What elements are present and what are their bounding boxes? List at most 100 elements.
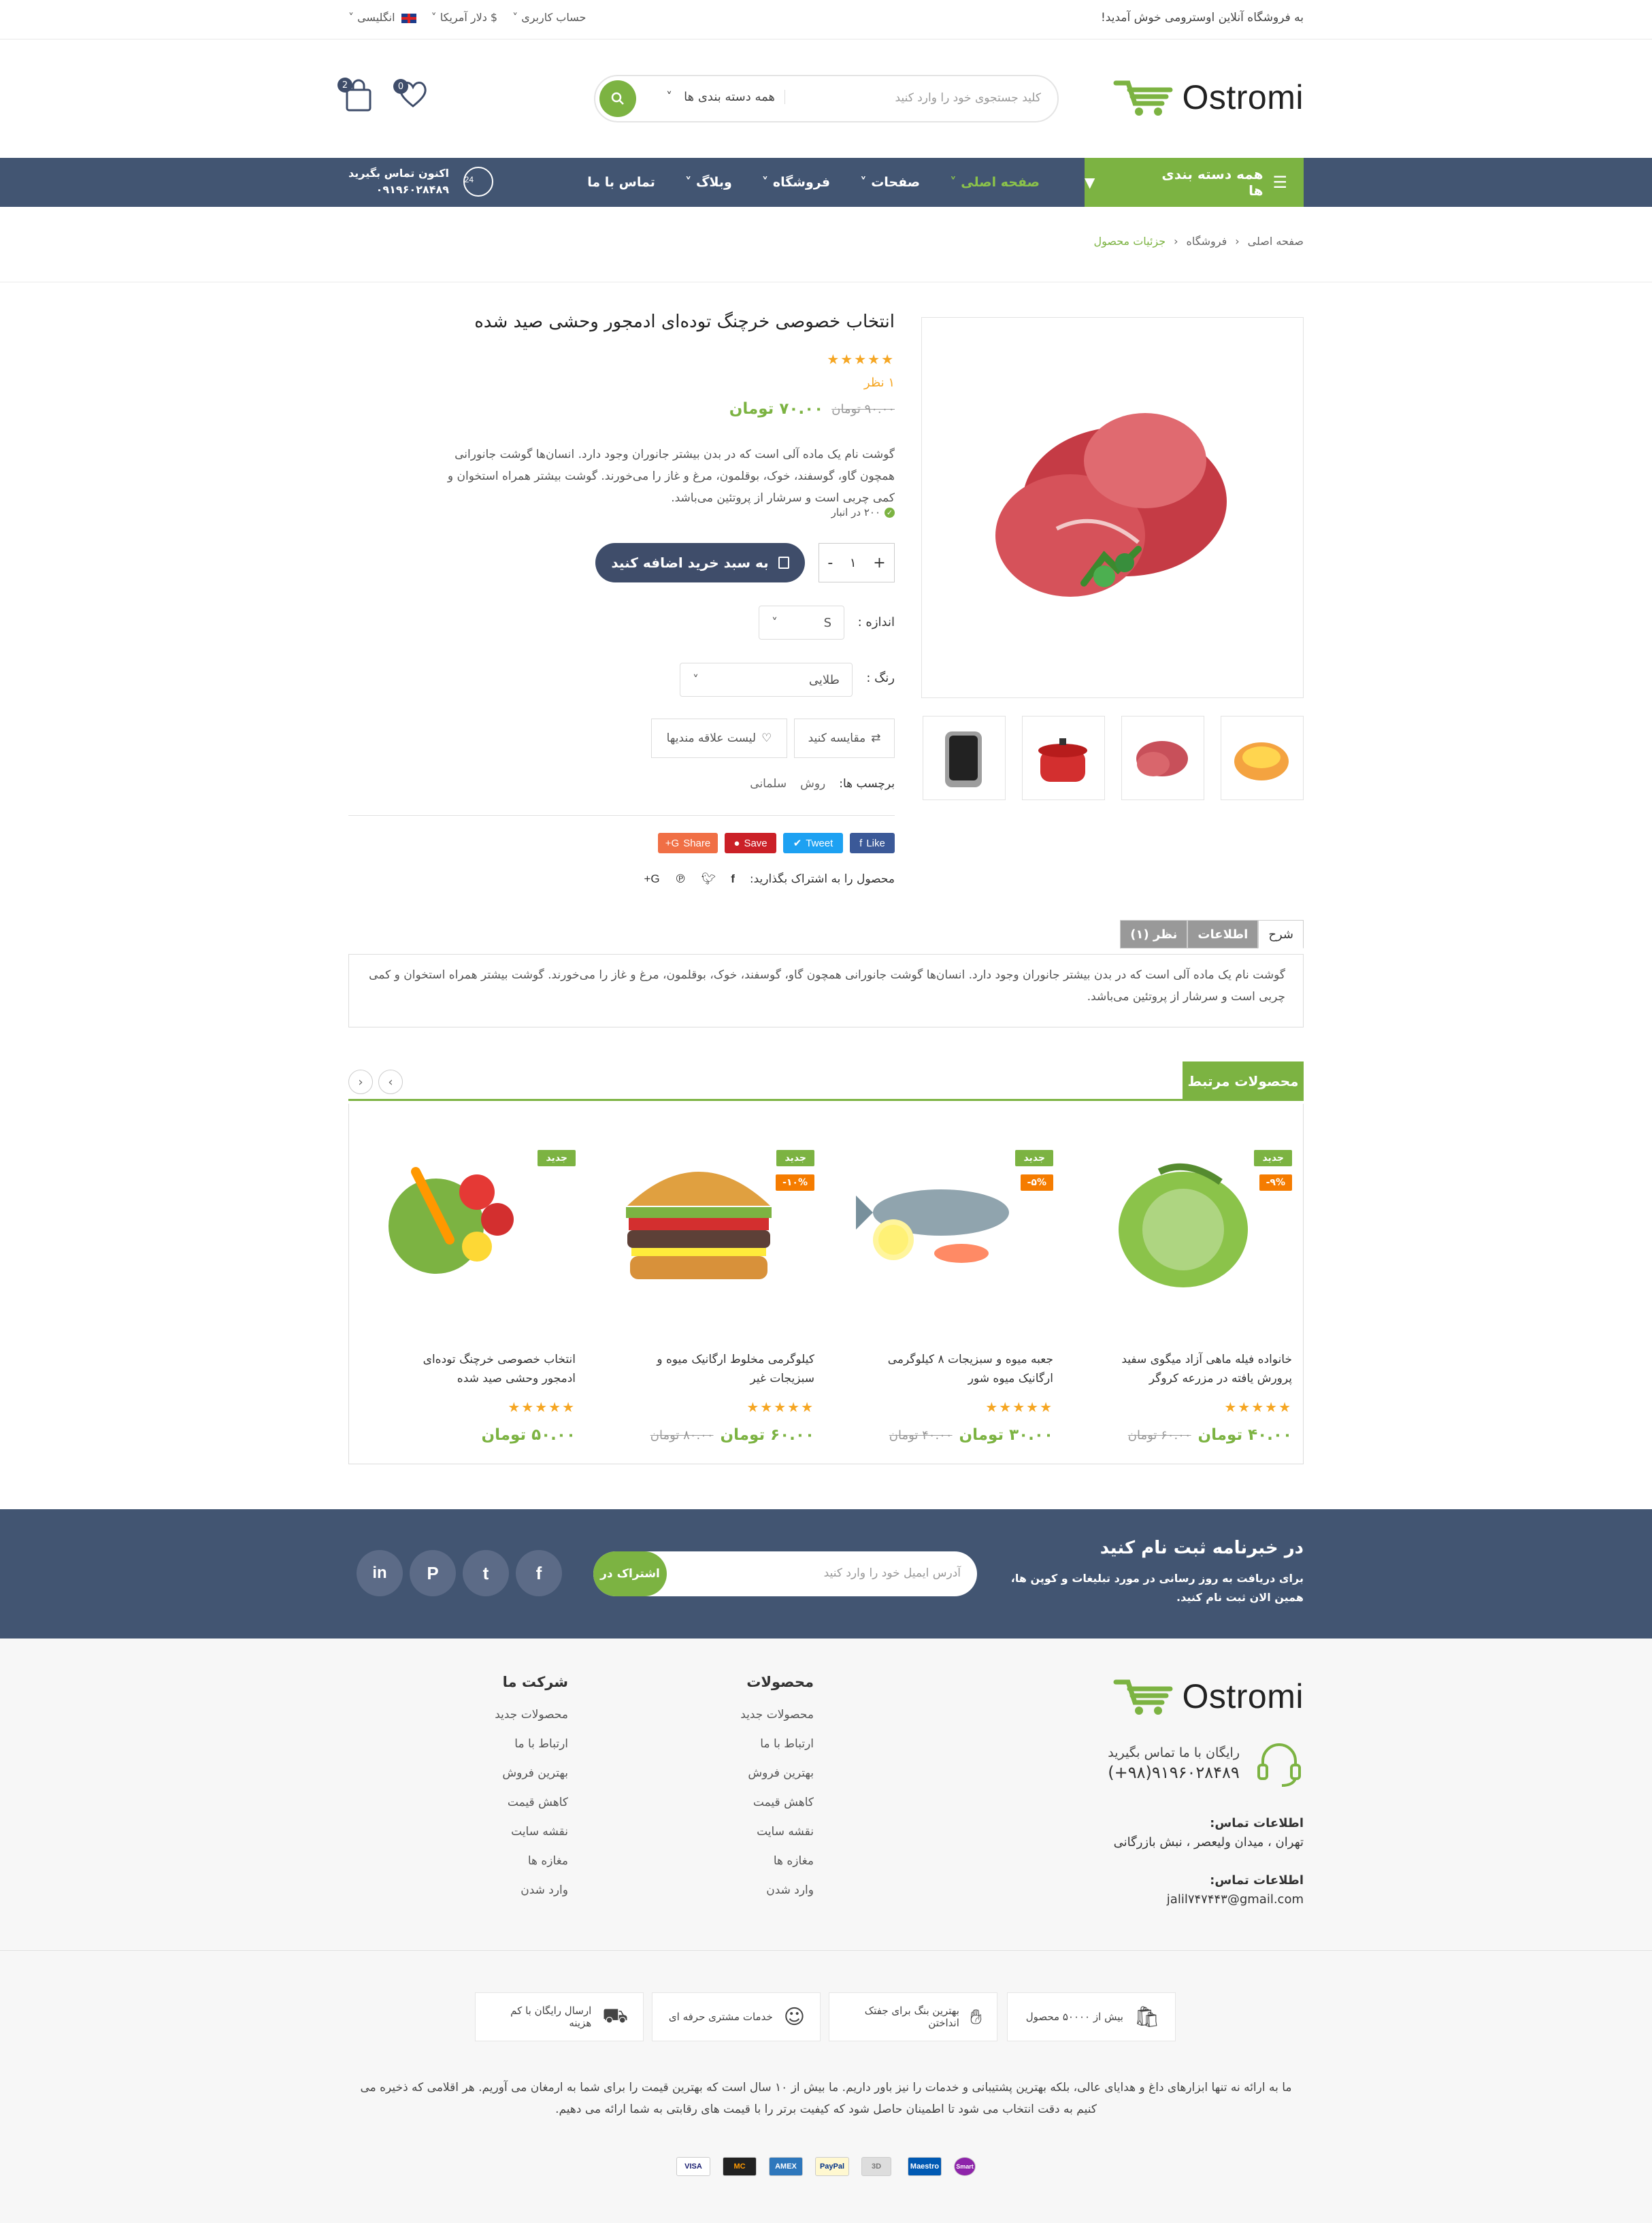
footer-link[interactable]: ارتباط با ما [495, 1737, 568, 1751]
chevron-left-icon: ‹ [1174, 235, 1178, 248]
footer-link[interactable]: کاهش قیمت [495, 1796, 568, 1809]
footer-link[interactable]: بهترین فروش [740, 1766, 814, 1780]
product-main-image[interactable] [921, 317, 1304, 698]
all-categories-button[interactable]: ☰ همه دسته بندی ها ▼ [1085, 158, 1304, 207]
pinterest-icon[interactable]: P [410, 1550, 456, 1596]
footer-products-column: محصولات محصولات جدید ارتباط با ما بهترین… [740, 1674, 814, 1913]
menu-icon: ☰ [1272, 173, 1287, 192]
review-count[interactable]: ۱ نظر [864, 376, 895, 390]
footer-address: اطلاعات تماس: تهران ، میدان ولیعصر ، نبش… [1113, 1816, 1304, 1849]
footer-link[interactable]: نقشه سایت [740, 1825, 814, 1839]
product-card[interactable]: جدید -۹% خانواده فیله ماهی آزاد میگوی سف… [1064, 1104, 1303, 1464]
nav-item-shop[interactable]: فروشگاه ˅ [762, 175, 830, 190]
site-logo[interactable]: Ostromi [1113, 76, 1304, 118]
twitter-icon[interactable]: 🐦︎ [701, 872, 716, 886]
chevron-left-icon: ‹ [1235, 235, 1240, 248]
wishlist-add-button[interactable]: ♡ لیست علاقه مندیها [651, 719, 787, 758]
shopping-bag-icon: 🛍︎ [1134, 2005, 1160, 2029]
product-rating: ★★★★★ [1224, 1399, 1292, 1415]
facebook-icon[interactable]: f [731, 872, 735, 886]
size-select[interactable]: S ˅ [759, 606, 844, 640]
thumbnail-shrimp[interactable] [1221, 716, 1304, 800]
twitter-icon[interactable]: t [463, 1550, 509, 1596]
old-price: ۹۰.۰۰ تومان [831, 401, 895, 416]
cart-logo-icon [1113, 1679, 1172, 1715]
product-card[interactable]: جدید -۵% جعبه میوه و سبزیجات ۸ کیلوگرمی … [825, 1104, 1064, 1464]
compare-button[interactable]: ⇄ مقایسه کنید [794, 719, 895, 758]
search-category-select[interactable]: همه دسته بندی ها ˅ [646, 90, 785, 104]
product-description: گوشت نام یک ماده آلی است که در بدن بیشتر… [447, 448, 895, 505]
footer-link[interactable]: وارد شدن [495, 1883, 568, 1897]
decrease-button[interactable]: - [827, 555, 833, 572]
product-name[interactable]: کیلوگرمی مخلوط ارگانیک میوه و سبزیجات غی… [638, 1350, 814, 1388]
wishlist-button[interactable]: 0 [393, 79, 429, 113]
footer-phone-number[interactable]: (+۹۸)۹۱۹۶۰۲۸۴۸۹ [1108, 1763, 1240, 1782]
amex-icon: AMEX [769, 2157, 803, 2176]
facebook-icon[interactable]: f [516, 1550, 562, 1596]
cart-button[interactable]: 2 [337, 78, 374, 113]
tab-reviews[interactable]: نظر (۱) [1120, 920, 1188, 949]
pinterest-icon[interactable]: ℗ [675, 872, 687, 886]
footer-link[interactable]: ارتباط با ما [740, 1737, 814, 1751]
product-card[interactable]: جدید -۱۰% کیلوگرمی مخلوط ارگانیک میوه و … [587, 1104, 825, 1464]
breadcrumb-shop[interactable]: فروشگاه [1187, 235, 1227, 248]
google-plus-icon[interactable]: G+ [644, 872, 659, 886]
tab-description[interactable]: شرح [1258, 920, 1304, 949]
shrimp-image [1234, 742, 1289, 780]
pinterest-icon: ● [733, 837, 740, 849]
tab-information[interactable]: اطلاعات [1187, 920, 1259, 949]
paypal-icon: PayPal [815, 2157, 849, 2176]
nav-item-contact[interactable]: تماس با ما [587, 175, 655, 190]
carousel-next-button[interactable]: › [378, 1070, 403, 1094]
account-menu[interactable]: حساب کاربری ˅ [512, 11, 586, 24]
nav-item-pages[interactable]: صفحات ˅ [860, 175, 920, 190]
footer-logo[interactable]: Ostromi [1113, 1675, 1304, 1717]
tweet-button[interactable]: Tweet ✔ [783, 833, 843, 853]
thumbnail-appliance[interactable] [923, 716, 1006, 800]
product-name[interactable]: انتخاب خصوصی خرچنگ توده‌ای ادمجور وحشی ص… [399, 1350, 576, 1388]
burger-image [626, 1172, 772, 1279]
increase-button[interactable]: + [873, 555, 885, 572]
chevron-down-icon: ˅ [693, 672, 699, 687]
breadcrumb-home[interactable]: صفحه اصلی [1248, 235, 1304, 248]
footer-link[interactable]: مغازه ها [740, 1854, 814, 1868]
tag-link[interactable]: سلمانی [750, 777, 787, 791]
facebook-like-button[interactable]: Like f [850, 833, 895, 853]
search-input[interactable]: کلید جستجوی خود را وارد کنید [895, 91, 1041, 105]
color-select[interactable]: طلایی ˅ [680, 663, 853, 697]
quantity-value[interactable]: ۱ [850, 556, 857, 570]
feature-support: ☺︎ خدمات مشتری حرفه ای [652, 1992, 821, 2041]
call-us[interactable]: 24 اکنون تماس بگیرید ۰۹۱۹۶۰۲۸۴۸۹ [348, 165, 495, 199]
newsletter-section: در خبرنامه ثبت نام کنید برای دریافت به ر… [0, 1509, 1652, 1639]
newsletter-email-input[interactable]: آدرس ایمیل خود را وارد کنید [824, 1566, 961, 1580]
thumbnail-pot[interactable] [1022, 716, 1105, 800]
language-menu[interactable]: انگلیسی ˅ [348, 11, 416, 24]
new-badge: جدید [538, 1150, 576, 1166]
footer-link[interactable]: کاهش قیمت [740, 1796, 814, 1809]
cart-logo-icon [1113, 80, 1172, 116]
footer-link[interactable]: محصولات جدید [495, 1708, 568, 1722]
discount-badge: -۵% [1020, 1174, 1053, 1191]
pinterest-save-button[interactable]: Save ● [725, 833, 776, 853]
call-number: ۰۹۱۹۶۰۲۸۴۸۹ [376, 183, 450, 196]
subscribe-button[interactable]: اشتراک در [593, 1551, 667, 1596]
add-to-cart-button[interactable]: به سبد خرید اضافه کنید [595, 543, 805, 582]
thumbnail-meat[interactable] [1121, 716, 1204, 800]
footer-link[interactable]: بهترین فروش [495, 1766, 568, 1780]
footer-link[interactable]: محصولات جدید [740, 1708, 814, 1722]
linkedin-icon[interactable]: in [357, 1550, 403, 1596]
nav-item-home[interactable]: صفحه اصلی ˅ [950, 175, 1040, 190]
size-label: اندازه : [857, 615, 895, 629]
product-card[interactable]: جدید انتخاب خصوصی خرچنگ توده‌ای ادمجور و… [348, 1104, 587, 1464]
search-button[interactable] [599, 80, 636, 117]
currency-menu[interactable]: $ دلار آمریکا ˅ [431, 11, 497, 24]
footer-link[interactable]: نقشه سایت [495, 1825, 568, 1839]
product-name[interactable]: خانواده فیله ماهی آزاد میگوی سفید پرورش … [1115, 1350, 1292, 1388]
footer-link[interactable]: وارد شدن [740, 1883, 814, 1897]
footer-link[interactable]: مغازه ها [495, 1854, 568, 1868]
google-share-button[interactable]: Share G+ [658, 833, 718, 853]
tag-link[interactable]: روش [800, 777, 825, 791]
product-name[interactable]: جعبه میوه و سبزیجات ۸ کیلوگرمی ارگانیک م… [876, 1350, 1053, 1388]
carousel-prev-button[interactable]: ‹ [348, 1070, 373, 1094]
nav-item-blog[interactable]: وبلاگ ˅ [685, 175, 732, 190]
